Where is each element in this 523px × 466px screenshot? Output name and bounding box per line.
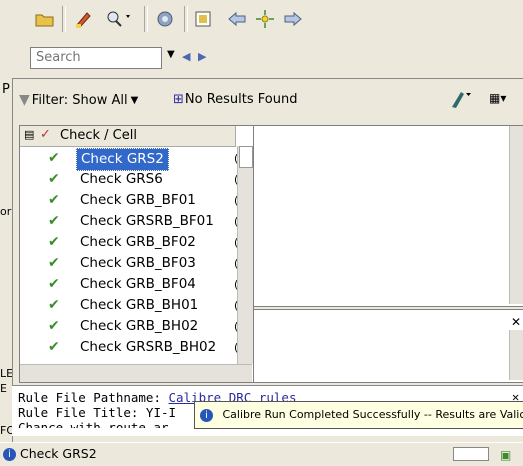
check-passed-icon: ✔ xyxy=(48,337,60,358)
notification-toast[interactable]: i Calibre Run Completed Successfully -- … xyxy=(194,401,523,429)
list-item-label: Check GRS6 xyxy=(76,169,167,190)
zoom-icon[interactable] xyxy=(102,6,136,32)
list-item-label: Check GRSRB_BH02 xyxy=(76,337,220,358)
check-list: ▤ ✓ Check / Cell ✔ Check GRS2 ( ✔ Check GRS6… xyxy=(19,125,254,383)
rule-file-pathname-label: Rule File Pathname: xyxy=(18,390,161,405)
toolbar-separator xyxy=(144,6,148,32)
settings-icon[interactable] xyxy=(152,6,178,32)
list-item-label: Check GRB_BF03 xyxy=(76,253,200,274)
header-divider xyxy=(235,126,236,146)
list-item-count: ( xyxy=(234,148,236,169)
details-scrollbar[interactable] xyxy=(509,126,523,304)
rule-file-title: Rule File Title: YI-I xyxy=(18,405,176,420)
list-header: ▤ ✓ Check / Cell xyxy=(20,126,236,147)
viewer-scrollbar[interactable] xyxy=(509,330,523,380)
details-pane xyxy=(253,125,523,307)
status-text: Check GRS2 xyxy=(20,446,97,461)
search-dropdown-icon[interactable]: ▼ xyxy=(167,49,175,60)
list-horizontal-scrollbar[interactable] xyxy=(20,364,252,382)
list-item-label: Check GRB_BH02 xyxy=(76,316,202,337)
list-item[interactable]: ✔ Check GRB_BF03 ( xyxy=(20,253,236,274)
list-item[interactable]: ✔ Check GRS6 ( xyxy=(20,169,236,190)
forward-icon[interactable] xyxy=(280,6,306,32)
list-vertical-scrollbar[interactable] xyxy=(237,146,253,364)
check-passed-icon: ✔ xyxy=(48,190,60,211)
main-toolbar xyxy=(0,0,523,42)
list-item[interactable]: ✔ Check GRB_BH01 ( xyxy=(20,295,236,316)
list-item-label: Check GRB_BF02 xyxy=(76,232,200,253)
check-passed-icon: ✔ xyxy=(48,148,60,169)
results-grid-icon: ⊞ xyxy=(173,92,184,107)
info-icon: i xyxy=(3,448,16,461)
results-filter[interactable]: ⊞ No Results Found xyxy=(173,92,298,107)
list-item-label: Check GRS2 xyxy=(76,148,169,171)
bg-letter: or xyxy=(0,205,11,218)
list-item[interactable]: ✔ Check GRSRB_BF01 ( xyxy=(20,211,236,232)
grid-icon[interactable] xyxy=(190,6,216,32)
check-passed-icon: ✔ xyxy=(48,232,60,253)
list-item[interactable]: ✔ Check GRS2 ( xyxy=(20,148,236,169)
list-item-label: Check GRB_BF04 xyxy=(76,274,200,295)
list-item[interactable]: ✔ Check GRB_BH02 ( xyxy=(20,316,236,337)
check-passed-icon: ✔ xyxy=(48,169,60,190)
progress-indicator xyxy=(453,447,489,461)
list-item-count: ( xyxy=(234,232,236,253)
check-passed-icon: ✔ xyxy=(48,253,60,274)
check-passed-icon: ✔ xyxy=(48,211,60,232)
toast-message: Calibre Run Completed Successfully -- Re… xyxy=(223,408,523,421)
chevron-down-icon: ▼ xyxy=(131,95,139,106)
results-label: No Results Found xyxy=(185,92,298,107)
edit-icon[interactable]: ▤ xyxy=(24,128,34,141)
list-item-label: Check GRB_BF01 xyxy=(76,190,200,211)
list-item-count: ( xyxy=(234,211,236,232)
toolbar-separator xyxy=(62,6,66,32)
toolbar-separator xyxy=(184,6,188,32)
check-cell-icon: ✓ xyxy=(40,127,51,142)
bg-letter: P xyxy=(2,82,10,97)
results-viewer: ✕ xyxy=(253,309,523,383)
list-item[interactable]: ✔ Check GRB_BF01 ( xyxy=(20,190,236,211)
filter-bar: ▼ Filter: Show All ▼ ⊞ No Results Found … xyxy=(13,79,523,119)
list-item-count: ( xyxy=(234,295,236,316)
search-input[interactable] xyxy=(30,47,162,69)
filter-label: Filter: Show All xyxy=(32,93,128,108)
list-item-count: ( xyxy=(234,274,236,295)
status-bar: i Check GRS2 ▣ xyxy=(0,442,523,464)
check-passed-icon: ✔ xyxy=(48,274,60,295)
console-line: Chance with route ar xyxy=(18,420,169,428)
filter-dropdown[interactable]: ▼ Filter: Show All ▼ xyxy=(19,92,138,108)
list-item[interactable]: ✔ Check GRSRB_BH02 ( xyxy=(20,337,236,358)
list-item-count: ( xyxy=(234,190,236,211)
info-icon: i xyxy=(200,409,213,422)
layout-menu-icon[interactable]: ▦▾ xyxy=(489,91,506,105)
list-item-count: ( xyxy=(234,169,236,190)
bg-letter: E xyxy=(0,382,7,395)
highlight-icon[interactable] xyxy=(70,6,96,32)
column-header-check-cell[interactable]: Check / Cell xyxy=(60,128,137,143)
list-item-count: ( xyxy=(234,337,236,358)
list-item-label: Check GRB_BH01 xyxy=(76,295,202,316)
list-item-label: Check GRSRB_BF01 xyxy=(76,211,218,232)
open-folder-icon[interactable] xyxy=(32,6,58,32)
search-prev-icon[interactable]: ◀ xyxy=(182,50,190,63)
check-passed-icon: ✔ xyxy=(48,316,60,337)
search-next-icon[interactable]: ▶ xyxy=(198,50,206,63)
list-item-count: ( xyxy=(234,316,236,337)
list-item-count: ( xyxy=(234,253,236,274)
back-icon[interactable] xyxy=(224,6,250,32)
close-icon[interactable]: ✕ xyxy=(511,315,521,329)
list-item[interactable]: ✔ Check GRB_BF02 ( xyxy=(20,232,236,253)
check-passed-icon: ✔ xyxy=(48,295,60,316)
list-item[interactable]: ✔ Check GRB_BF04 ( xyxy=(20,274,236,295)
filter-funnel-icon: ▼ xyxy=(19,92,30,108)
target-icon[interactable] xyxy=(252,6,278,32)
highlight-tool-icon[interactable] xyxy=(449,89,473,113)
scroll-thumb[interactable] xyxy=(239,146,253,168)
